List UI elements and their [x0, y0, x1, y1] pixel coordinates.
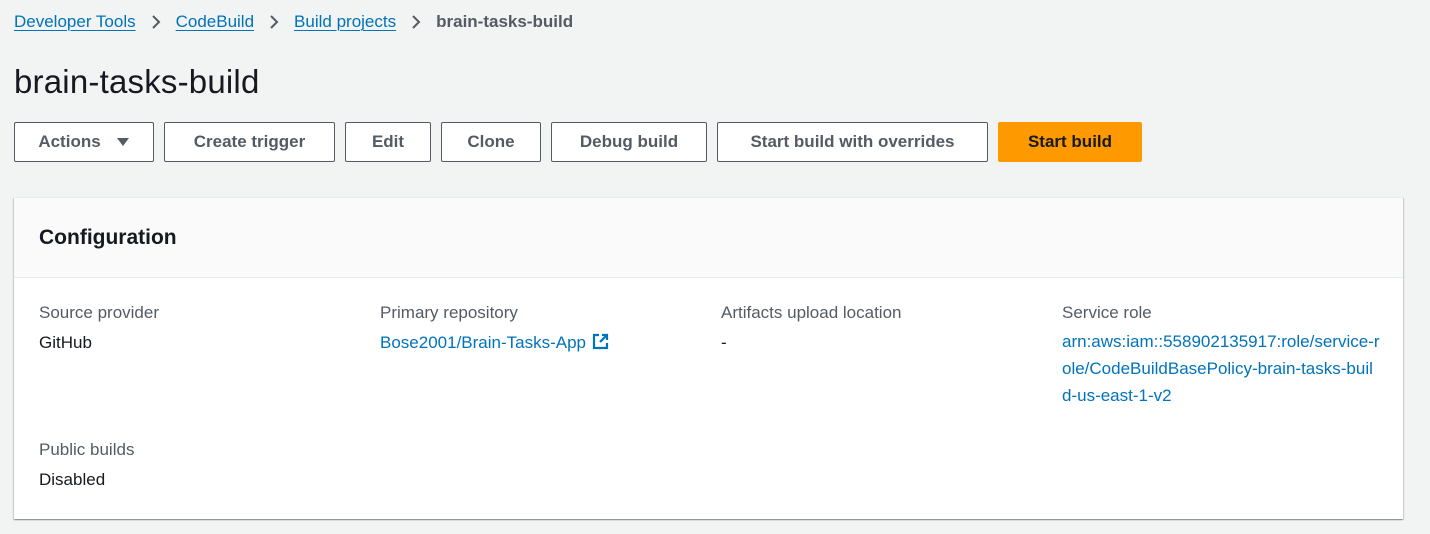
primary-repository-link[interactable]: Bose2001/Brain-Tasks-App: [380, 333, 586, 352]
page-title: brain-tasks-build: [14, 63, 260, 100]
public-builds-label: Public builds: [39, 440, 135, 459]
breadcrumb-developer-tools[interactable]: Developer Tools: [14, 12, 136, 32]
external-link-icon: [592, 331, 609, 358]
primary-repository-link-wrap[interactable]: Bose2001/Brain-Tasks-App: [380, 329, 710, 358]
primary-repository-field: Primary repository Bose2001/Brain-Tasks-…: [380, 302, 710, 358]
clone-button[interactable]: Clone: [441, 122, 541, 162]
source-provider-value: GitHub: [39, 333, 92, 352]
breadcrumb-build-projects[interactable]: Build projects: [294, 12, 396, 32]
breadcrumb-codebuild[interactable]: CodeBuild: [176, 12, 254, 32]
start-build-with-overrides-button[interactable]: Start build with overrides: [717, 122, 988, 162]
actions-button-label: Actions: [38, 132, 101, 151]
service-role-label: Service role: [1062, 303, 1152, 322]
debug-build-button[interactable]: Debug build: [551, 122, 707, 162]
configuration-title: Configuration: [39, 225, 177, 249]
source-provider-label: Source provider: [39, 303, 160, 322]
caret-down-icon: [116, 132, 130, 152]
public-builds-value: Disabled: [39, 470, 106, 489]
configuration-panel: Configuration Source provider GitHub Pri…: [14, 197, 1403, 519]
public-builds-field: Public builds Disabled: [39, 439, 369, 493]
artifacts-upload-field: Artifacts upload location -: [721, 302, 1051, 356]
breadcrumb-current: brain-tasks-build: [436, 12, 574, 31]
edit-button[interactable]: Edit: [345, 122, 431, 162]
create-trigger-button[interactable]: Create trigger: [164, 122, 335, 162]
service-role-link[interactable]: arn:aws:iam::558902135917:role/service-r…: [1062, 328, 1380, 409]
start-build-button[interactable]: Start build: [998, 122, 1142, 162]
actions-dropdown-button[interactable]: Actions: [14, 122, 154, 162]
artifacts-upload-label: Artifacts upload location: [721, 303, 902, 322]
configuration-header: Configuration: [14, 198, 1403, 278]
service-role-field: Service role arn:aws:iam::558902135917:r…: [1062, 302, 1392, 409]
chevron-right-icon: [396, 15, 436, 29]
source-provider-field: Source provider GitHub: [39, 302, 369, 356]
breadcrumb: Developer Tools CodeBuild Build projects…: [14, 11, 573, 33]
chevron-right-icon: [136, 15, 176, 29]
page: Developer Tools CodeBuild Build projects…: [0, 0, 1430, 534]
artifacts-upload-value: -: [721, 333, 727, 352]
primary-repository-label: Primary repository: [380, 303, 518, 322]
chevron-right-icon: [254, 15, 294, 29]
